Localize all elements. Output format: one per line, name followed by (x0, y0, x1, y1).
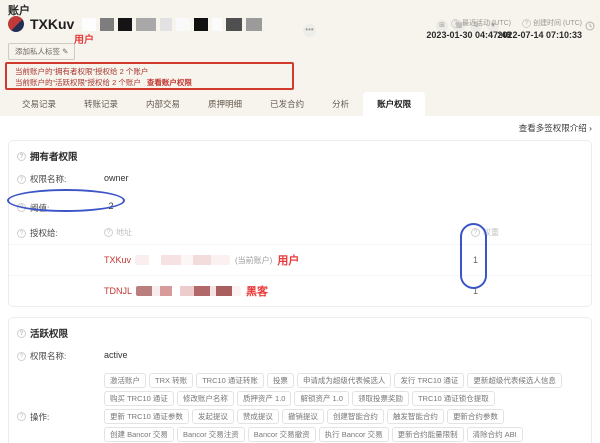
help-icon[interactable]: ? (522, 19, 532, 28)
clock-icon[interactable] (585, 18, 595, 36)
help-icon[interactable]: ? (17, 228, 26, 238)
permission-name-label: 权限名称: (30, 174, 67, 184)
operation-tag: 撤销提议 (281, 409, 324, 424)
created-time-stat: ? 创建时间 (UTC) 2022-07-14 07:10:33 (497, 18, 582, 40)
help-icon[interactable]: ? (17, 151, 26, 161)
operation-tag: TRX 转账 (149, 373, 194, 388)
owner-permission-card: ? 拥有者权限 ? 权限名称: owner ? 阈值: 2 ? 授权给: ? 地址 ? 权重 (7, 140, 592, 307)
redacted-address (135, 255, 231, 265)
operation-tag: 更新合约参数 (446, 409, 504, 424)
grant-label: 授权给: (30, 228, 58, 238)
help-icon[interactable]: ? (17, 351, 26, 361)
account-header: TXKuv (8, 16, 263, 32)
authorized-address-row: TDNJL 黑客 1 (9, 275, 591, 306)
threshold-label: 阈值: (30, 202, 50, 213)
annotation-hacker: 黑客 (246, 286, 269, 298)
operation-tag: TRC10 通证转账 (196, 373, 264, 388)
operation-tag: 申请成为超级代表候选人 (296, 373, 392, 388)
weight-value: 1 (473, 255, 479, 265)
tab-issued-contracts[interactable]: 已发合约 (256, 92, 318, 116)
annotation-user: 用户 (277, 255, 300, 267)
operation-tag: 更新 TRC10 通证参数 (104, 409, 189, 424)
operation-tag: TRC10 通证锁仓提取 (411, 391, 495, 406)
created-time-label: 创建时间 (UTC) (533, 20, 582, 27)
add-private-label-button[interactable]: 添加私人标签 ✎ (8, 43, 76, 60)
warning-line-2: 当前账户的“活跃权限”授权给 2 个账户 (15, 78, 141, 87)
permission-name-label: 权限名称: (30, 351, 67, 361)
operations-label: 操作: (30, 411, 50, 422)
tab-transactions[interactable]: 交易记录 (8, 92, 70, 116)
more-icon[interactable]: ••• (303, 24, 316, 37)
operation-tag: 触发智能合约 (386, 409, 444, 424)
help-icon[interactable]: ? (17, 328, 26, 338)
tab-analysis[interactable]: 分析 (318, 92, 363, 116)
redacted-address (136, 286, 242, 296)
operation-tag: 购买 TRC10 通证 (104, 391, 174, 406)
annotation-user-header: 用户 (74, 35, 94, 46)
address-link[interactable]: TDNJL (104, 286, 132, 296)
operation-tag: Bancor 交易撤资 (247, 427, 316, 442)
help-icon[interactable]: ? (104, 228, 113, 237)
current-account-note: (当前账户) (235, 255, 273, 265)
tab-internal-transactions[interactable]: 内部交易 (132, 92, 194, 116)
owner-permission-title: 拥有者权限 (30, 152, 78, 163)
help-icon[interactable]: ? (17, 203, 26, 212)
permission-name-value: owner (104, 173, 129, 183)
operation-tag: 领取投票奖励 (351, 391, 409, 406)
tab-transfers[interactable]: 转账记录 (70, 92, 132, 116)
operation-tag: 创建 Bancor 交易 (104, 427, 174, 442)
authorized-address-row: TXKuv (当前账户) 用户 1 (9, 244, 591, 275)
tab-stake-details[interactable]: 质押明细 (194, 92, 256, 116)
operation-tag: 创建智能合约 (326, 409, 384, 424)
permission-warning-box: 当前账户的“拥有者权限”授权给 2 个账户 当前账户的“活跃权限”授权给 2 个… (5, 62, 294, 90)
help-icon[interactable]: ? (17, 174, 26, 184)
operations-tag-list: 激活账户 TRX 转账 TRC10 通证转账 投票 申请成为超级代表候选人 发行 TRC1… (104, 373, 574, 443)
tab-account-permissions[interactable]: 账户权限 (363, 92, 426, 116)
operation-tag: 解锁资产 1.0 (294, 391, 349, 406)
operation-tag: 激活账户 (104, 373, 146, 388)
account-avatar (8, 16, 24, 32)
account-name: TXKuv (30, 16, 75, 32)
view-account-permission-link[interactable]: 查看账户权限 (147, 78, 192, 87)
help-icon[interactable]: ? (451, 19, 461, 28)
weight-value: 1 (473, 286, 479, 296)
redacted-address (82, 17, 263, 31)
owner-authorize-table: ? 授权给: ? 地址 ? 权重 TXKuv (当前账户) 用户 1 TDNJL 黑客… (9, 223, 591, 306)
address-link[interactable]: TXKuv (104, 255, 131, 265)
tab-bar: 交易记录 转账记录 内部交易 质押明细 已发合约 分析 账户权限 (0, 92, 600, 116)
help-icon[interactable]: ? (17, 412, 26, 421)
active-permission-card: ? 活跃权限 ? 权限名称: active ? 操作: 激活账户 TRX 转账 TRC10… (8, 317, 592, 443)
operation-tag: 执行 Bancor 交易 (318, 427, 389, 442)
address-column-header: 地址 (116, 228, 132, 237)
operation-tag: Bancor 交易注资 (176, 427, 245, 442)
operation-tag: 更新合约能量限制 (391, 427, 464, 442)
active-permission-title: 活跃权限 (30, 329, 69, 340)
operation-tag: 清除合约 ABI (466, 427, 523, 442)
operation-tag: 发起提议 (191, 409, 234, 424)
weight-column-header: 权重 (483, 228, 499, 237)
operation-tag: 投票 (266, 373, 294, 388)
permission-name-value: active (104, 350, 128, 360)
multisig-intro-link[interactable]: 查看多签权限介绍 › (8, 120, 592, 140)
tab-content: 查看多签权限介绍 › ? 拥有者权限 ? 权限名称: owner ? 阈值: 2 ? 授… (0, 116, 600, 443)
operation-tag: 赞成提议 (236, 409, 279, 424)
threshold-value: 2 (108, 201, 114, 211)
account-page: 账户 TXKuv 用户 ••• ⊞ ▦ ⇅ ♥ ? 最近活动 (UTC) 202… (0, 0, 600, 443)
help-icon[interactable]: ? (471, 228, 480, 237)
operation-tag: 发行 TRC10 通证 (394, 373, 465, 388)
created-time-value: 2022-07-14 07:10:33 (497, 30, 582, 40)
operation-tag: 更新超级代表候选人信息 (467, 373, 562, 388)
operation-tag: 修改账户名称 (176, 391, 234, 406)
warning-line-1: 当前账户的“拥有者权限”授权给 2 个账户 (15, 67, 149, 76)
operation-tag: 质押资产 1.0 (236, 391, 292, 406)
